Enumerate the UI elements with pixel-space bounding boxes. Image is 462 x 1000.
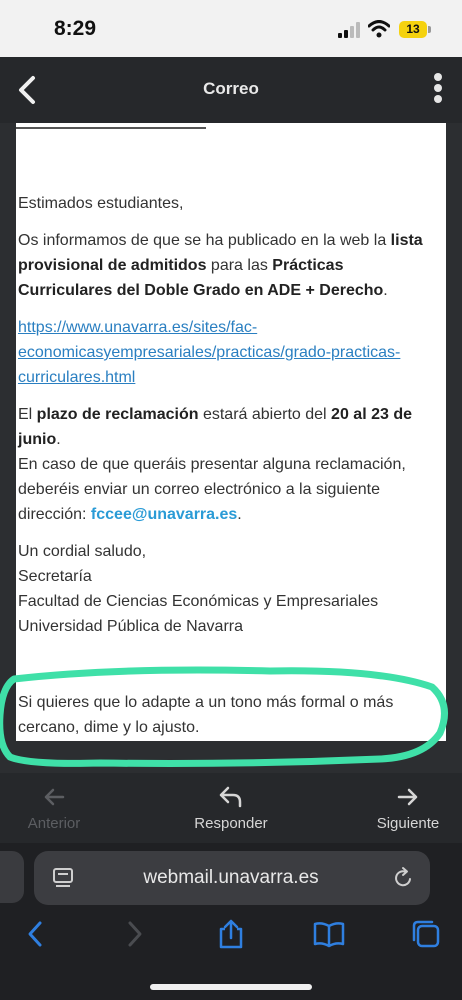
email-address-link[interactable]: fccee@unavarra.es xyxy=(91,506,237,523)
home-indicator xyxy=(150,984,312,990)
battery-icon: 13 xyxy=(399,21,427,38)
signature: Un cordial saludo, Secretaría Facultad de … xyxy=(18,543,379,635)
page-title: Correo xyxy=(203,79,259,98)
next-label: Siguiente xyxy=(376,815,440,832)
reply-icon xyxy=(219,786,242,808)
tabs-icon[interactable] xyxy=(410,918,442,950)
paragraph-link: https://www.unavarra.es/sites/fac-econom… xyxy=(18,315,430,390)
share-icon[interactable] xyxy=(216,918,246,950)
practicas-link[interactable]: https://www.unavarra.es/sites/fac-econom… xyxy=(18,319,400,386)
email-body: Estimados estudiantes, Os informamos de … xyxy=(18,191,430,651)
arrow-left-icon xyxy=(44,788,65,806)
browser-forward-icon[interactable] xyxy=(124,918,146,950)
status-time: 8:29 xyxy=(54,17,97,40)
previous-button[interactable]: Anterior xyxy=(16,785,92,832)
bookmarks-icon[interactable] xyxy=(312,918,346,950)
reply-button[interactable]: Responder xyxy=(186,785,276,832)
email-card: Estimados estudiantes, Os informamos de … xyxy=(16,123,446,741)
paragraph-publication: Os informamos de que se ha publicado en … xyxy=(18,232,423,299)
battery-tip xyxy=(428,26,431,33)
addendum-text: Si quieres que lo adapte a un tono más f… xyxy=(18,694,394,736)
cellular-signal-icon xyxy=(338,22,360,38)
app-header: Correo xyxy=(0,57,462,123)
wifi-icon xyxy=(368,20,390,38)
next-button[interactable]: Siguiente xyxy=(366,785,450,832)
reload-icon[interactable] xyxy=(392,866,414,890)
browser-back-icon[interactable] xyxy=(24,918,46,950)
previous-label: Anterior xyxy=(27,815,81,832)
mail-toolbar: Anterior Responder Siguiente xyxy=(0,773,462,843)
arrow-right-icon xyxy=(397,788,418,806)
paragraph-deadline: El plazo de reclamación estará abierto d… xyxy=(18,406,412,523)
cut-off-line xyxy=(16,123,206,129)
reply-label: Responder xyxy=(194,815,268,832)
greeting: Estimados estudiantes, xyxy=(18,195,184,212)
more-options-icon[interactable] xyxy=(430,73,446,107)
